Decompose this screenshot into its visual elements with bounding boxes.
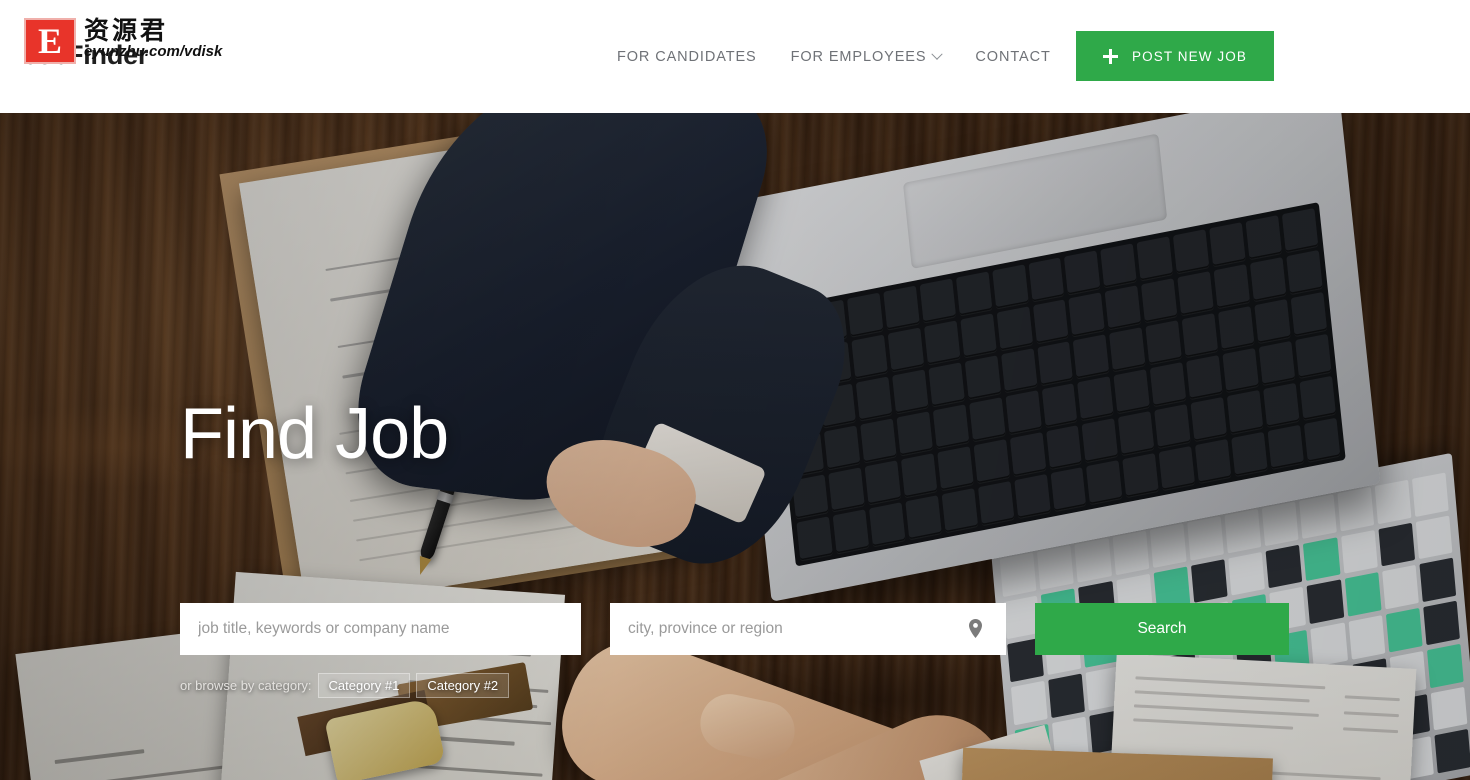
nav-label-for-employees: FOR EMPLOYEES xyxy=(790,48,927,65)
post-new-job-button[interactable]: POST NEW JOB xyxy=(1076,31,1274,81)
main-navigation: FOR CANDIDATES FOR EMPLOYEES CONTACT xyxy=(600,0,1068,113)
browse-by-category: or browse by category: Category #1 Categ… xyxy=(180,673,510,698)
chevron-down-icon xyxy=(931,48,944,60)
job-search-form: Search xyxy=(180,603,1289,655)
nav-item-contact[interactable]: CONTACT xyxy=(958,49,1067,65)
nav-item-for-employees[interactable]: FOR EMPLOYEES xyxy=(774,48,959,65)
search-button[interactable]: Search xyxy=(1035,603,1289,655)
site-logo-light: Job xyxy=(24,40,67,70)
location-input[interactable] xyxy=(610,603,1006,655)
hero-content: Find Job Search or browse by category: C… xyxy=(180,394,1300,698)
category-chip-2[interactable]: Category #2 xyxy=(416,673,510,698)
category-chip-1[interactable]: Category #1 xyxy=(317,673,411,698)
search-input[interactable] xyxy=(180,603,581,655)
nav-label-contact: CONTACT xyxy=(975,48,1051,65)
site-logo[interactable]: JobFinder xyxy=(24,40,148,71)
browse-label: or browse by category: xyxy=(180,678,312,693)
site-header: JobFinder FOR CANDIDATES FOR EMPLOYEES C… xyxy=(0,0,1470,113)
hero-section: Find Job Search or browse by category: C… xyxy=(0,113,1470,780)
plus-icon xyxy=(1103,48,1119,64)
nav-label-for-candidates: FOR CANDIDATES xyxy=(617,48,757,65)
page-title: Find Job xyxy=(180,394,449,474)
site-logo-bold: Finder xyxy=(66,40,149,70)
post-new-job-label: POST NEW JOB xyxy=(1132,48,1247,64)
nav-item-for-candidates[interactable]: FOR CANDIDATES xyxy=(600,49,774,65)
